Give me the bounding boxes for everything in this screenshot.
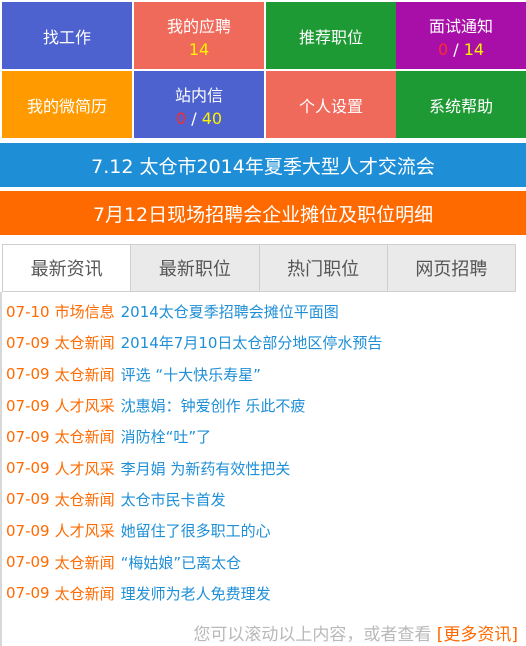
find-job-tile[interactable]: 找工作	[2, 2, 132, 69]
system-help-label: 系统帮助	[428, 96, 493, 116]
tab-web-recruitment[interactable]: 网页招聘	[388, 245, 515, 291]
news-date: 07-09	[6, 365, 50, 384]
news-item[interactable]: 07-09 人才风采 她留住了很多职工的心	[6, 515, 516, 546]
news-category: 太仓新闻	[54, 428, 115, 447]
news-date: 07-09	[6, 333, 50, 352]
news-date: 07-09	[6, 553, 50, 572]
news-category: 太仓新闻	[54, 334, 115, 353]
inbox-tile[interactable]: 站内信 0 / 40	[134, 71, 264, 138]
news-item[interactable]: 07-09 太仓新闻 2014年7月10日太仓部分地区停水预告	[6, 327, 516, 358]
my-applications-count: 14	[188, 39, 210, 59]
news-item[interactable]: 07-09 太仓新闻 “梅姑娘”已离太仓	[6, 546, 516, 577]
news-date: 07-09	[6, 396, 50, 415]
news-category: 人才风采	[54, 522, 115, 541]
news-title[interactable]: 李月娟 为新药有效性把关	[121, 458, 291, 479]
news-title[interactable]: 2014年7月10日太仓部分地区停水预告	[121, 332, 383, 353]
scroll-hint: 您可以滚动以上内容，或者查看	[193, 625, 437, 645]
interview-count-separator: /	[448, 39, 464, 59]
news-date: 07-09	[6, 584, 50, 603]
news-title[interactable]: 理发师为老人免费理发	[121, 583, 271, 604]
tab-latest-news[interactable]: 最新资讯	[3, 245, 132, 291]
news-item[interactable]: 07-09 人才风采 沈惠娟：钟爱创作 乐此不疲	[6, 390, 516, 421]
recommended-jobs-label: 推荐职位	[298, 27, 363, 47]
news-date: 07-10	[6, 302, 50, 321]
interview-notice-label: 面试通知	[428, 16, 493, 36]
news-title[interactable]: 她留住了很多职工的心	[121, 520, 271, 541]
interview-total-count: 14	[463, 39, 485, 59]
news-item[interactable]: 07-09 太仓新闻 太仓市民卡首发	[6, 484, 516, 515]
recommended-jobs-tile[interactable]: 推荐职位	[266, 2, 396, 69]
my-resume-tile[interactable]: 我的微简历	[2, 71, 132, 138]
news-title[interactable]: 2014太仓夏季招聘会摊位平面图	[121, 301, 339, 322]
personal-settings-tile[interactable]: 个人设置	[266, 71, 396, 138]
news-title[interactable]: 太仓市民卡首发	[121, 489, 226, 510]
news-category: 太仓新闻	[54, 584, 115, 603]
inbox-count: 0 / 40	[176, 109, 222, 128]
news-title[interactable]: 评选 “十大快乐寿星”	[121, 364, 261, 385]
more-news-link[interactable]: [更多资讯]	[437, 625, 518, 645]
content-frame-border	[0, 292, 2, 646]
quick-menu-grid: 找工作 我的应聘 14 推荐职位 面试通知 0 / 14 我的微简历 站内信 0…	[0, 0, 526, 138]
news-category: 太仓新闻	[54, 365, 115, 384]
news-date: 07-09	[6, 459, 50, 478]
job-fair-banner[interactable]: 7.12 太仓市2014年夏季大型人才交流会	[0, 143, 526, 187]
interview-notice-count: 0 / 14	[438, 40, 484, 59]
inbox-total-count: 40	[201, 108, 223, 128]
news-title[interactable]: “梅姑娘”已离太仓	[121, 552, 242, 573]
my-applications-tile[interactable]: 我的应聘 14	[134, 2, 264, 69]
tab-latest-jobs[interactable]: 最新职位	[131, 245, 260, 291]
news-title[interactable]: 消防栓“吐”了	[121, 426, 212, 447]
news-item[interactable]: 07-10 市场信息 2014太仓夏季招聘会摊位平面图	[6, 296, 516, 327]
news-date: 07-09	[6, 490, 50, 509]
news-item[interactable]: 07-09 太仓新闻 消防栓“吐”了	[6, 421, 516, 452]
inbox-label: 站内信	[174, 85, 223, 105]
content-tabs: 最新资讯 最新职位 热门职位 网页招聘	[2, 244, 516, 292]
news-list: 07-10 市场信息 2014太仓夏季招聘会摊位平面图 07-09 太仓新闻 2014年…	[6, 296, 516, 609]
news-category: 市场信息	[54, 303, 115, 322]
news-item[interactable]: 07-09 太仓新闻 理发师为老人免费理发	[6, 578, 516, 609]
news-category: 人才风采	[54, 397, 115, 416]
news-category: 太仓新闻	[54, 490, 115, 509]
booth-details-banner[interactable]: 7月12日现场招聘会企业摊位及职位明细	[0, 191, 526, 235]
system-help-tile[interactable]: 系统帮助	[396, 71, 526, 138]
inbox-unread-count: 0	[175, 108, 187, 128]
news-item[interactable]: 07-09 太仓新闻 评选 “十大快乐寿星”	[6, 359, 516, 390]
find-job-label: 找工作	[42, 27, 91, 47]
my-resume-label: 我的微简历	[26, 96, 107, 116]
interview-unread-count: 0	[437, 39, 449, 59]
inbox-count-separator: /	[186, 108, 202, 128]
news-footer: 您可以滚动以上内容，或者查看 [更多资讯]	[193, 620, 518, 645]
my-applications-label: 我的应聘	[166, 16, 231, 36]
personal-settings-label: 个人设置	[298, 96, 363, 116]
news-date: 07-09	[6, 521, 50, 540]
news-category: 太仓新闻	[54, 553, 115, 572]
interview-notice-tile[interactable]: 面试通知 0 / 14	[396, 2, 526, 69]
news-date: 07-09	[6, 427, 50, 446]
news-category: 人才风采	[54, 459, 115, 478]
news-item[interactable]: 07-09 人才风采 李月娟 为新药有效性把关	[6, 452, 516, 483]
tab-hot-jobs[interactable]: 热门职位	[260, 245, 388, 291]
news-title[interactable]: 沈惠娟：钟爱创作 乐此不疲	[121, 395, 306, 416]
